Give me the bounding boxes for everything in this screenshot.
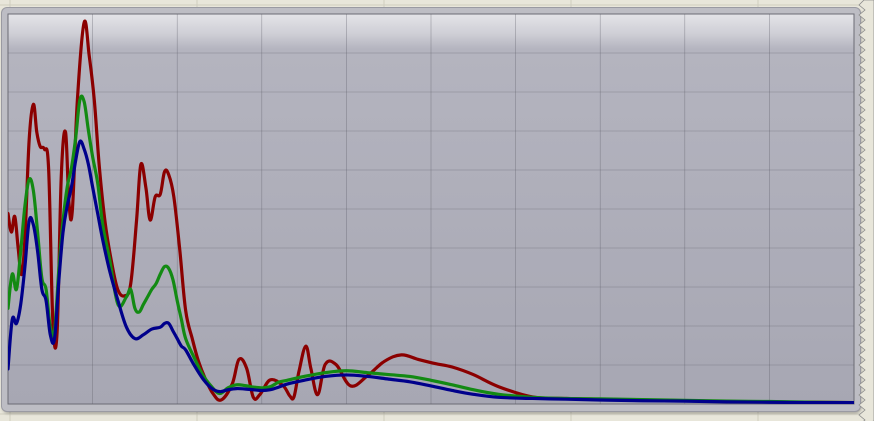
chart — [7, 13, 855, 405]
